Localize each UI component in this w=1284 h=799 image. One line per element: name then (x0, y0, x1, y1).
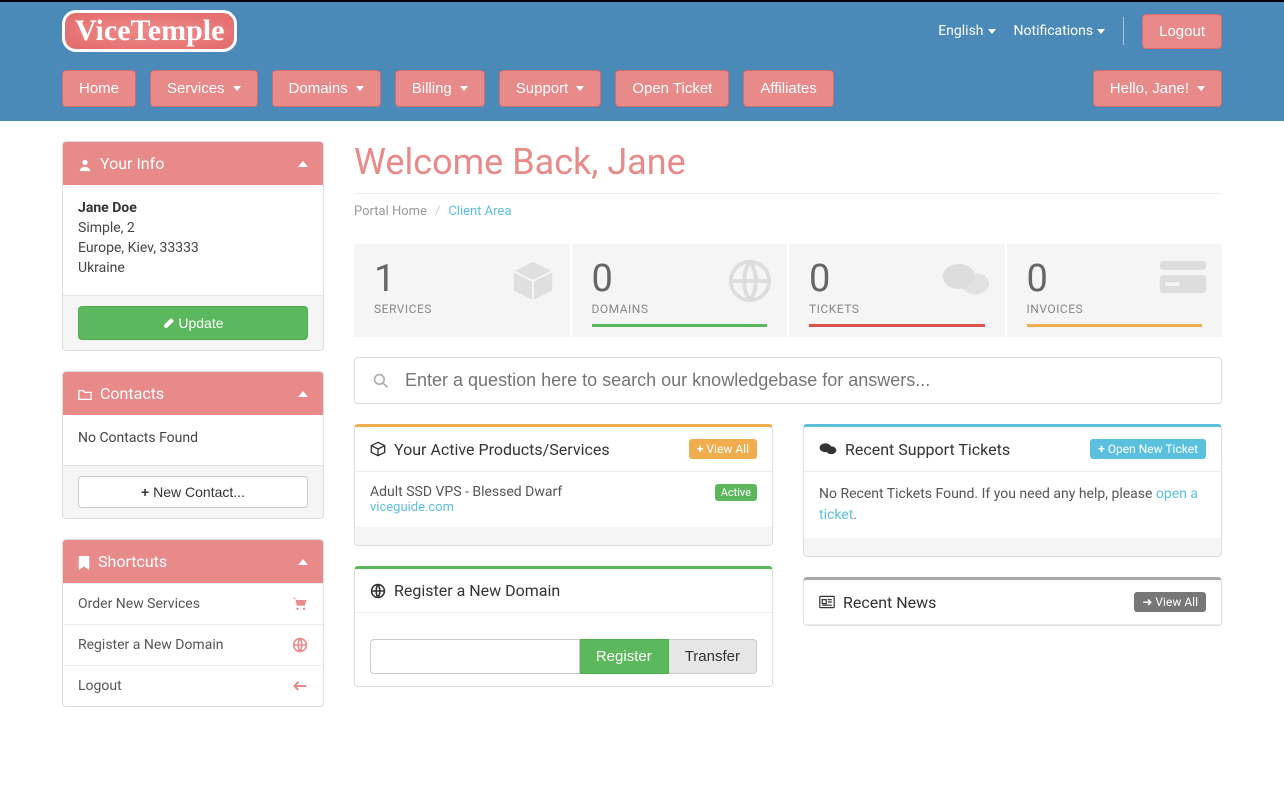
nav-user-menu[interactable]: Hello, Jane! (1093, 70, 1222, 107)
stat-services[interactable]: 1 SERVICES (354, 244, 570, 337)
contacts-empty: No Contacts Found (78, 430, 308, 446)
nav-domains[interactable]: Domains (272, 70, 381, 107)
news-title: Recent News (843, 593, 936, 612)
contacts-header[interactable]: Contacts (63, 372, 323, 415)
nav-home[interactable]: Home (62, 70, 136, 107)
tickets-empty: No Recent Tickets Found. If you need any… (819, 484, 1206, 526)
globe-icon (727, 258, 773, 304)
divider (354, 193, 1222, 194)
nav-open-ticket[interactable]: Open Ticket (615, 70, 729, 107)
shortcut-logout[interactable]: Logout (63, 665, 323, 706)
nav-support[interactable]: Support (499, 70, 602, 107)
card-footer (804, 538, 1221, 556)
stat-tickets[interactable]: 0 TICKETS (789, 244, 1005, 337)
logout-button[interactable]: Logout (1142, 14, 1222, 49)
stat-invoices[interactable]: 0 INVOICES (1007, 244, 1223, 337)
tickets-title: Recent Support Tickets (845, 440, 1010, 459)
product-name: Adult SSD VPS - Blessed Dwarf (370, 484, 562, 500)
brand-logo[interactable]: ViceTemple (62, 10, 237, 52)
nav-affiliates[interactable]: Affiliates (743, 70, 833, 107)
update-button[interactable]: Update (78, 306, 308, 340)
status-badge: Active (715, 484, 757, 501)
chevron-up-icon (298, 161, 308, 167)
view-all-news[interactable]: ➜ View All (1134, 592, 1206, 612)
open-new-ticket[interactable]: + Open New Ticket (1090, 439, 1206, 459)
view-all-products[interactable]: + View All (689, 439, 757, 459)
register-button[interactable]: Register (580, 639, 669, 674)
globe-icon (370, 583, 386, 599)
product-domain[interactable]: viceguide.com (370, 500, 562, 515)
products-title: Your Active Products/Services (394, 440, 610, 459)
crumb-current: Client Area (448, 204, 511, 219)
your-info-header[interactable]: Your Info (63, 142, 323, 185)
nav-billing[interactable]: Billing (395, 70, 485, 107)
globe-icon (292, 637, 308, 653)
crumb-portal-home[interactable]: Portal Home (354, 204, 427, 219)
notifications-menu[interactable]: Notifications (1014, 23, 1106, 39)
chevron-up-icon (298, 559, 308, 565)
shortcuts-header[interactable]: Shortcuts (63, 540, 323, 583)
news-icon (819, 595, 835, 609)
kb-search-input[interactable] (405, 370, 1203, 391)
chat-icon (819, 441, 837, 457)
user-address-2: Europe, Kiev, 33333 (78, 240, 308, 256)
chat-icon (941, 258, 991, 302)
arrow-left-icon (292, 679, 308, 693)
folder-icon (78, 388, 92, 402)
bookmark-icon (78, 556, 90, 570)
shortcut-order-services[interactable]: Order New Services (63, 583, 323, 624)
user-country: Ukraine (78, 260, 308, 276)
register-domain-title: Register a New Domain (394, 581, 560, 600)
user-name: Jane Doe (78, 200, 137, 216)
transfer-button[interactable]: Transfer (669, 639, 757, 674)
domain-input[interactable] (370, 639, 580, 674)
chevron-up-icon (298, 391, 308, 397)
product-row[interactable]: Adult SSD VPS - Blessed Dwarf viceguide.… (370, 484, 757, 515)
search-icon (373, 373, 389, 389)
language-menu[interactable]: English (938, 23, 995, 39)
cart-icon (292, 596, 308, 612)
user-icon (78, 158, 92, 172)
box-icon (370, 441, 386, 457)
shortcut-register-domain[interactable]: Register a New Domain (63, 624, 323, 665)
pencil-icon (162, 318, 174, 330)
card-icon (1158, 258, 1208, 296)
new-contact-button[interactable]: + New Contact... (78, 476, 308, 508)
divider (1123, 17, 1124, 45)
stat-domains[interactable]: 0 DOMAINS (572, 244, 788, 337)
card-footer (355, 527, 772, 545)
nav-services[interactable]: Services (150, 70, 258, 107)
box-icon (510, 258, 556, 304)
breadcrumb: Portal Home/Client Area (354, 204, 1222, 219)
user-address-1: Simple, 2 (78, 220, 308, 236)
page-title: Welcome Back, Jane (354, 141, 1222, 183)
